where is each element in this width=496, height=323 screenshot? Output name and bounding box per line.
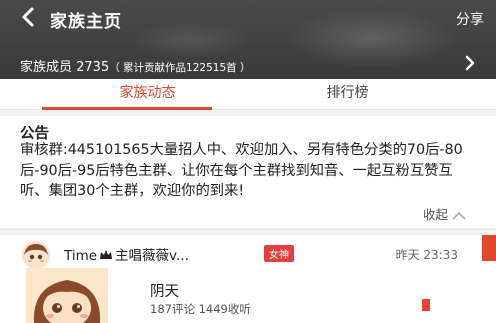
- page-title: 家族主页: [50, 12, 122, 32]
- back-button[interactable]: [18, 6, 40, 28]
- corner-ribbon: ​: [422, 299, 430, 311]
- active-tab-indicator: [42, 107, 212, 110]
- members-label-wrap: 家族成员 2735（ 累计贡献作品122515首 ）: [20, 56, 250, 75]
- avatar-image: [22, 241, 50, 269]
- family-members-row[interactable]: 家族成员 2735（ 累计贡献作品122515首 ）: [0, 52, 496, 78]
- chevron-up-icon: [452, 211, 466, 220]
- song-cover-art: [26, 268, 108, 323]
- family-header-banner: 家族主页 分享 家族成员 2735（ 累计贡献作品122515首 ）: [0, 0, 496, 79]
- feed-post[interactable]: Time 主唱薇薇v... 女神 昨天 23:33 ​ 阴天 187评论 1449…: [0, 235, 496, 323]
- contribution-count: （ 累计贡献作品122515首 ）: [109, 62, 251, 74]
- corner-ribbon: [482, 235, 496, 261]
- tab-bar: 家族动态 排行榜: [0, 79, 496, 110]
- username-suffix: 主唱薇薇v...: [115, 248, 189, 264]
- collapse-label: 收起: [422, 207, 448, 222]
- share-button[interactable]: 分享: [456, 9, 484, 29]
- chevron-right-icon: [465, 55, 475, 71]
- tab-leaderboard[interactable]: 排行榜: [270, 79, 425, 109]
- crown-icon: [99, 248, 113, 264]
- song-stats: 187评论 1449收听: [150, 302, 251, 316]
- avatar[interactable]: [22, 241, 50, 269]
- post-timestamp: 昨天 23:33: [395, 248, 458, 262]
- status-badge: 女神: [264, 245, 294, 262]
- post-username[interactable]: Time 主唱薇薇v...: [64, 244, 189, 264]
- username-prefix: Time: [64, 248, 98, 264]
- chevron-left-icon: [22, 7, 34, 27]
- song-cover-image[interactable]: [26, 268, 108, 323]
- tab-family-feed[interactable]: 家族动态: [70, 79, 225, 109]
- announcement-body: 审核群:445101565大量招人中、欢迎加入、另有特色分类的70后-80后-9…: [20, 142, 463, 200]
- divider: [0, 229, 496, 230]
- members-count: 家族成员 2735: [20, 60, 110, 75]
- announcement-card: 公告 审核群:445101565大量招人中、欢迎加入、另有特色分类的70后-80…: [0, 116, 496, 228]
- collapse-button[interactable]: 收起: [423, 204, 466, 223]
- song-title[interactable]: 阴天: [150, 280, 179, 301]
